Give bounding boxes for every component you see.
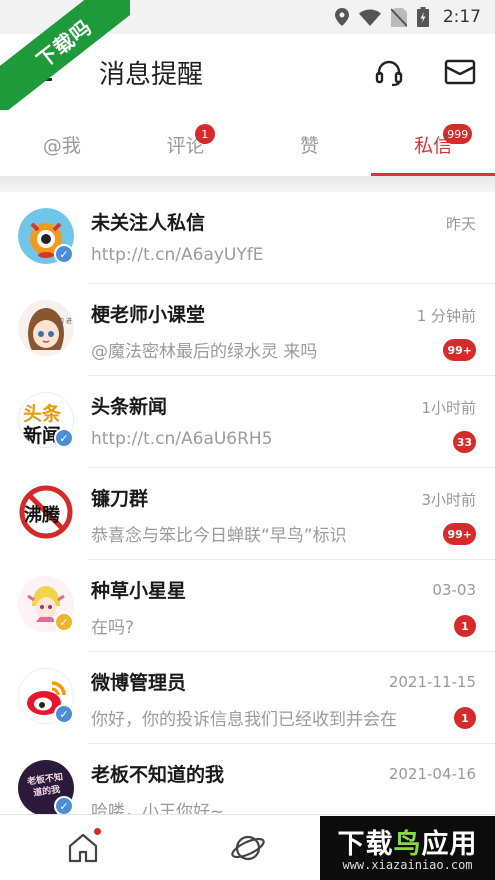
verified-badge-icon: ✓	[54, 244, 74, 264]
brand-title: 下载鸟应用	[320, 822, 495, 861]
avatar: 口 进 卜	[18, 300, 74, 356]
sender-name: 头条新闻	[91, 396, 168, 418]
home-icon	[68, 833, 98, 863]
tab-mentions[interactable]: @我	[0, 112, 124, 176]
tab-badge: 999	[443, 124, 473, 144]
tab-bar: @我 评论 1 赞 私信 999	[0, 112, 495, 176]
brand-watermark: 下载鸟应用 www.xiazainiao.com	[320, 816, 495, 880]
watermark-ribbon: 下载吗	[0, 0, 130, 110]
tab-label: @我	[42, 134, 81, 157]
message-row[interactable]: ✓ 微博管理员 你好，你的投诉信息我们已经收到并会在 2021-11-15 1	[0, 652, 495, 744]
battery-icon	[416, 7, 429, 27]
status-time: 2:17	[442, 7, 481, 27]
headset-icon	[375, 60, 403, 87]
planet-icon	[231, 835, 265, 861]
tab-label: 赞	[299, 134, 319, 157]
message-time: 3小时前	[421, 491, 476, 509]
watermark-text: 下载吗	[31, 14, 97, 73]
tab-likes[interactable]: 赞	[248, 112, 372, 176]
no-sim-icon	[390, 7, 407, 27]
sender-name: 镰刀群	[91, 488, 149, 510]
message-preview: 你好，你的投诉信息我们已经收到并会在	[91, 710, 397, 730]
unread-count-badge: 99+	[443, 523, 476, 545]
message-time: 1 分钟前	[416, 307, 476, 325]
brand-title-part: 鸟	[393, 829, 422, 860]
location-icon	[334, 8, 349, 26]
message-preview: @魔法密林最后的绿水灵 来吗	[91, 342, 318, 362]
nav-home[interactable]	[66, 831, 100, 865]
mail-icon	[444, 59, 476, 85]
tab-comments[interactable]: 评论 1	[124, 112, 248, 176]
watermark-band: 下载吗	[0, 0, 130, 110]
message-preview: 恭喜念与笨比今日蝉联“早鸟”标识	[91, 526, 347, 546]
avatar-caption: 口 进 卜	[58, 318, 72, 332]
message-preview: http://t.cn/A6ayUYfE	[91, 245, 264, 265]
tab-private-messages[interactable]: 私信 999	[371, 112, 495, 176]
brand-title-part: 应用	[421, 829, 478, 860]
message-list: ✓ 未关注人私信 http://t.cn/A6ayUYfE 昨天 口 进 卜 梗…	[0, 192, 495, 836]
divider-band	[0, 176, 495, 192]
nav-discover[interactable]	[230, 831, 265, 865]
status-icons: 2:17	[334, 6, 481, 28]
unread-count-badge: 1	[454, 707, 476, 729]
message-row[interactable]: 沸腾 镰刀群 恭喜念与笨比今日蝉联“早鸟”标识 3小时前 99+	[0, 468, 495, 560]
message-preview: http://t.cn/A6aU6RH5	[91, 429, 273, 449]
sender-name: 种草小星星	[91, 580, 187, 602]
message-row[interactable]: 头条 新闻 ✓ 头条新闻 http://t.cn/A6aU6RH5 1小时前 3…	[0, 376, 495, 468]
brand-title-part: 下载	[337, 829, 394, 860]
sender-name: 老板不知道的我	[91, 764, 225, 786]
verified-badge-icon: ✓	[54, 704, 74, 724]
message-row[interactable]: ✓ 未关注人私信 http://t.cn/A6ayUYfE 昨天	[0, 192, 495, 284]
message-row[interactable]: ✓ 种草小星星 在吗? 03-03 1	[0, 560, 495, 652]
sender-name: 梗老师小课堂	[91, 304, 206, 326]
avatar: 沸腾	[18, 484, 74, 540]
brand-url: www.xiazainiao.com	[342, 858, 473, 872]
avatar-text: 沸腾	[24, 505, 60, 526]
message-time: 03-03	[432, 581, 476, 599]
message-row[interactable]: 口 进 卜 梗老师小课堂 @魔法密林最后的绿水灵 来吗 1 分钟前 99+	[0, 284, 495, 376]
verified-badge-icon: ✓	[54, 612, 74, 632]
mail-button[interactable]	[442, 54, 478, 90]
verified-badge-icon: ✓	[54, 796, 74, 816]
unread-count-badge: 1	[454, 615, 476, 637]
verified-badge-icon: ✓	[54, 428, 74, 448]
message-preview: 在吗?	[91, 618, 135, 638]
tab-badge: 1	[194, 124, 215, 144]
sender-name: 微博管理员	[91, 672, 187, 694]
message-time: 1小时前	[421, 399, 476, 417]
unread-count-badge: 99+	[443, 339, 476, 361]
customer-service-button[interactable]	[371, 54, 407, 90]
message-time: 2021-11-15	[388, 673, 476, 691]
message-time: 2021-04-16	[388, 765, 476, 783]
wifi-icon	[358, 9, 381, 26]
sender-name: 未关注人私信	[91, 212, 206, 234]
unread-count-badge: 33	[452, 431, 476, 453]
notification-dot	[94, 828, 101, 835]
message-time: 昨天	[445, 215, 476, 233]
